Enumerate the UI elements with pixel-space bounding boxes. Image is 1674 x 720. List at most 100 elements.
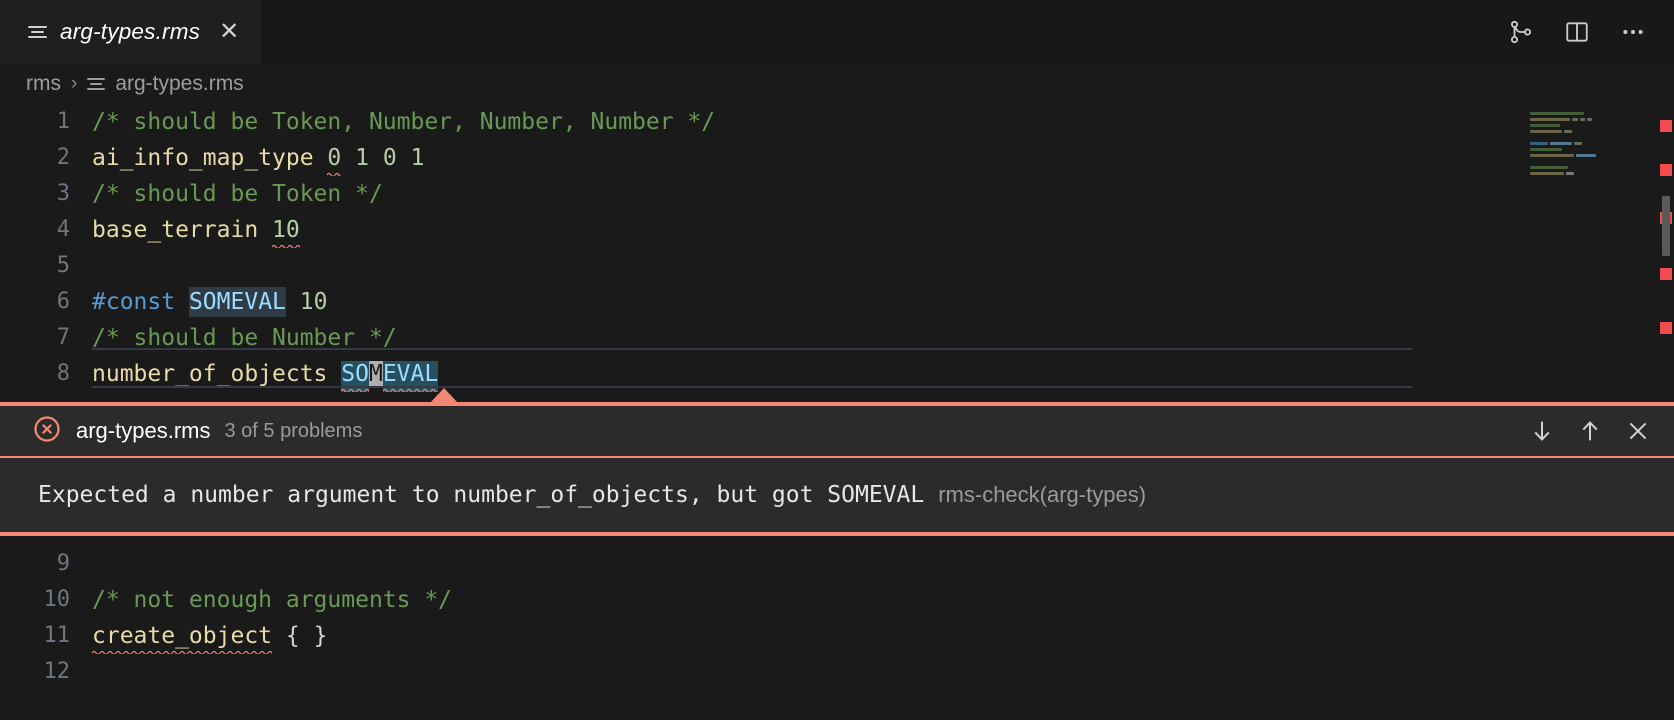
minimap-row [1526,178,1646,182]
source-control-icon[interactable] [1508,19,1534,45]
code-token: 0 [327,145,342,176]
minimap-segment [1587,118,1592,121]
chevron-right-icon: › [71,73,78,94]
line-number: 6 [56,289,70,314]
overview-ruler-error-mark[interactable] [1660,164,1672,176]
file-lines-icon [28,26,47,38]
line-number: 7 [56,325,70,350]
peek-header: arg-types.rms 3 of 5 problems [0,406,1674,458]
line-text: number_of_objects SOMEVAL [92,348,1674,392]
code-token: /* should be Token */ [92,181,383,207]
minimap-row [1526,166,1646,170]
minimap-segment [1580,118,1585,121]
minimap-segment [1530,148,1562,151]
code-token: 1 0 1 [341,145,425,171]
code-line[interactable]: 11 create_object { } [0,618,1674,654]
editor-area[interactable]: 1 /* should be Token, Number, Number, Num… [0,104,1674,720]
peek-actions [1528,417,1674,445]
line-number: 4 [56,217,70,242]
line-text: /* not enough arguments */ [92,582,1674,618]
minimap-row [1526,118,1646,122]
minimap-segment [1574,142,1582,145]
line-number: 3 [56,181,70,206]
code-token: 10 [272,217,300,248]
line-text: /* should be Token */ [92,176,1674,212]
code-line[interactable]: 4 base_terrain 10 [0,212,1674,248]
code-line[interactable]: 1 /* should be Token, Number, Number, Num… [0,104,1674,140]
line-number: 8 [56,361,70,386]
line-text: ai_info_map_type 0 1 0 1 [92,140,1674,176]
code-token: M [368,361,383,387]
minimap-segment [1550,142,1572,145]
code-token: #const [92,289,176,315]
overview-ruler-error-mark[interactable] [1660,268,1672,280]
code-line[interactable]: 7 /* should be Number */ [0,320,1674,356]
peek-pointer-arrow [430,388,458,403]
editor-scrollbar-slider[interactable] [1662,196,1670,256]
code-line[interactable]: 9 [0,546,1674,582]
go-to-next-problem-icon[interactable] [1528,417,1556,445]
minimap-row [1526,112,1646,116]
breadcrumb: rms › arg-types.rms [0,64,1674,104]
go-to-previous-problem-icon[interactable] [1576,417,1604,445]
minimap-row [1526,130,1646,134]
overview-ruler-error-mark[interactable] [1660,322,1672,334]
minimap-segment [1530,154,1574,157]
minimap-row [1526,142,1646,146]
overview-ruler-error-mark[interactable] [1660,120,1672,132]
problem-source: rms-check(arg-types) [938,482,1147,507]
code-line[interactable]: 5 [0,248,1674,284]
code-line[interactable]: 2 ai_info_map_type 0 1 0 1 [0,140,1674,176]
marker-peek-widget[interactable]: arg-types.rms 3 of 5 problems Expected a… [0,388,1674,536]
code-line[interactable]: 8 number_of_objects SOMEVAL [0,348,1674,392]
code-token: number_of_objects [92,361,328,387]
minimap-segment [1530,142,1548,145]
minimap-row [1526,124,1646,128]
peek-file-title: arg-types.rms [76,418,211,443]
editor-tab-bar: arg-types.rms ✕ [0,0,1674,64]
minimap-segment [1530,124,1560,127]
code-token: ai_info_map_type [92,145,314,171]
minimap-segment [1564,130,1572,133]
close-peek-icon[interactable] [1624,417,1652,445]
line-text: create_object { } [92,618,1674,654]
code-token: /* not enough arguments */ [92,587,453,613]
peek-problem-count: 3 of 5 problems [224,419,363,442]
line-text: /* should be Number */ [92,320,1674,356]
minimap-row [1526,172,1646,176]
line-text: /* should be Token, Number, Number, Numb… [92,104,1674,140]
close-icon[interactable]: ✕ [219,20,239,44]
minimap-segment [1530,118,1570,121]
split-editor-icon[interactable] [1564,19,1590,45]
line-number: 10 [43,587,71,612]
code-line[interactable]: 10 /* not enough arguments */ [0,582,1674,618]
error-circle-x-icon [32,414,62,449]
peek-body: Expected a number argument to number_of_… [0,458,1674,532]
code-token: SOMEVAL [188,287,286,317]
code-token: SO [341,361,369,392]
code-token: /* should be Token, Number, Number, Numb… [92,109,716,135]
line-text: base_terrain 10 [92,212,1674,248]
code-token: /* should be Number */ [92,325,397,351]
vscode-window: arg-types.rms ✕ rms › arg-types.rms 1 /*… [0,0,1674,720]
code-token: base_terrain [92,217,259,243]
editor-tab-arg-types[interactable]: arg-types.rms ✕ [0,0,262,64]
line-number: 9 [56,551,70,576]
code-token: create_object [92,623,273,654]
code-line[interactable]: 3 /* should be Token */ [0,176,1674,212]
breadcrumb-item-file[interactable]: arg-types.rms [115,72,243,96]
minimap-segment [1566,172,1574,175]
code-token: 10 [299,289,328,315]
minimap-row [1526,148,1646,152]
breadcrumb-item-root[interactable]: rms [26,72,61,96]
code-line[interactable]: 6 #const SOMEVAL 10 [0,284,1674,320]
minimap-segment [1572,118,1578,121]
line-number: 5 [56,253,70,278]
more-actions-icon[interactable] [1620,19,1646,45]
line-number: 11 [43,623,71,648]
line-number: 12 [43,659,71,684]
line-number: 2 [56,145,70,170]
code-line[interactable]: 12 [0,654,1674,690]
